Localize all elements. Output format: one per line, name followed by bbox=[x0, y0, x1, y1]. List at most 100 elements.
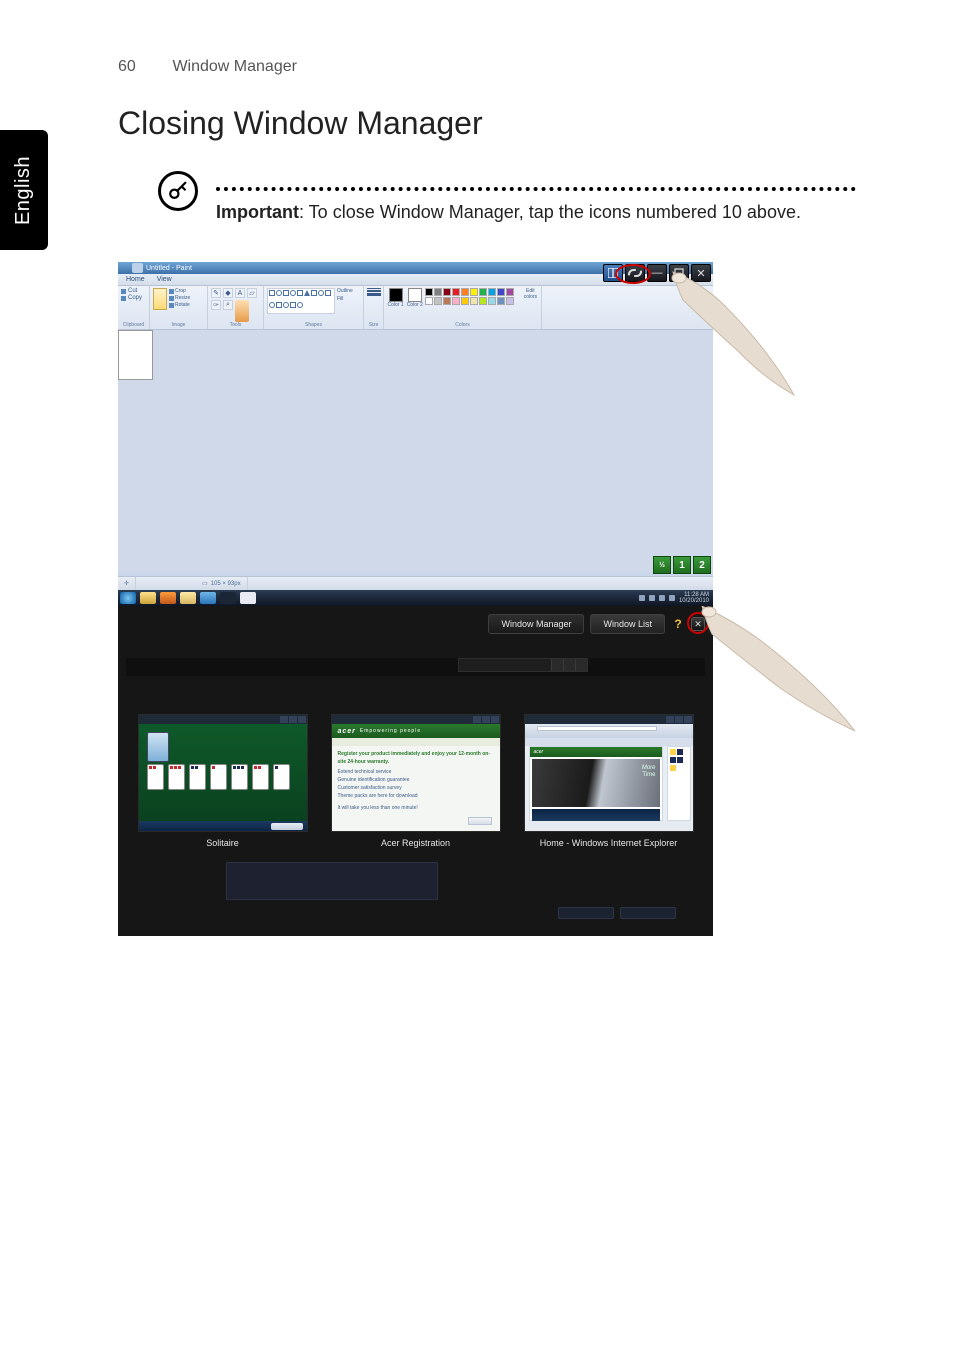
color-swatch[interactable] bbox=[479, 288, 487, 296]
color1-button[interactable]: Color 1 bbox=[387, 288, 404, 310]
ie-address-bar bbox=[537, 726, 657, 731]
color-swatch[interactable] bbox=[479, 297, 487, 305]
color-swatch[interactable] bbox=[452, 297, 460, 305]
taskbar-ie-icon[interactable] bbox=[120, 592, 136, 604]
thumb-min-icon bbox=[473, 716, 481, 723]
thumb-min-icon bbox=[280, 716, 288, 723]
link-icon[interactable] bbox=[625, 264, 645, 282]
copy-button[interactable]: Copy bbox=[121, 295, 146, 301]
color-swatch[interactable] bbox=[434, 297, 442, 305]
acer-reg-text: Register your product immediately and en… bbox=[332, 746, 500, 816]
taskbar-app3-icon[interactable] bbox=[240, 592, 256, 604]
color-swatch[interactable] bbox=[461, 288, 469, 296]
ie-hero: More Time bbox=[532, 759, 660, 807]
resize-icon bbox=[169, 296, 174, 301]
tab-view[interactable]: View bbox=[157, 276, 172, 283]
fill-button[interactable]: Fill bbox=[337, 296, 353, 302]
color-swatch[interactable] bbox=[425, 288, 433, 296]
minimize-icon[interactable]: — bbox=[647, 264, 667, 282]
canvas-area[interactable] bbox=[118, 330, 713, 572]
rotate-button[interactable]: Rotate bbox=[169, 302, 190, 308]
eraser-tool[interactable]: ▱ bbox=[247, 288, 257, 298]
thumb-max-icon bbox=[289, 716, 297, 723]
color-swatch[interactable] bbox=[497, 288, 505, 296]
thumb-titlebar bbox=[139, 715, 307, 724]
color-swatch[interactable] bbox=[443, 288, 451, 296]
taskbar-media-icon[interactable] bbox=[160, 592, 176, 604]
color-swatch[interactable] bbox=[461, 297, 469, 305]
ie-page: acer More Time bbox=[529, 746, 663, 821]
resize-button[interactable]: Resize bbox=[169, 295, 190, 301]
thumb-max-icon bbox=[675, 716, 683, 723]
outline-button[interactable]: Outline bbox=[337, 288, 353, 294]
important-note: Important: To close Window Manager, tap … bbox=[158, 165, 858, 226]
zoom-half-button[interactable]: ½ bbox=[653, 556, 671, 574]
thumb-internet-explorer[interactable]: acer More Time bbox=[524, 714, 694, 848]
dim-dialog bbox=[226, 862, 438, 900]
help-icon[interactable]: ? bbox=[671, 617, 685, 631]
thumb-acer-registration[interactable]: acer Empowering people Register your pro… bbox=[331, 714, 501, 848]
text-tool[interactable]: A bbox=[235, 288, 245, 298]
select-button[interactable] bbox=[153, 288, 167, 310]
copy-icon bbox=[121, 296, 126, 301]
wm-close-button[interactable]: ✕ bbox=[691, 617, 705, 631]
solitaire-table bbox=[139, 724, 307, 831]
page-number: 60 bbox=[118, 58, 168, 76]
tab-window-manager[interactable]: Window Manager bbox=[488, 614, 584, 634]
brushes-button[interactable] bbox=[235, 300, 249, 322]
cut-button[interactable]: Cut bbox=[121, 288, 146, 294]
color-swatch[interactable] bbox=[488, 288, 496, 296]
tray-sound-icon[interactable] bbox=[659, 595, 665, 601]
tray-clock[interactable]: 11:28 AM 10/20/2010 bbox=[679, 592, 709, 604]
color-swatch[interactable] bbox=[506, 288, 514, 296]
color-swatch[interactable] bbox=[470, 297, 478, 305]
taskbar-app2-icon[interactable] bbox=[220, 592, 236, 604]
tray-flag-icon[interactable] bbox=[639, 595, 645, 601]
color-swatch[interactable] bbox=[506, 297, 514, 305]
color-swatch[interactable] bbox=[470, 288, 478, 296]
color-swatch[interactable] bbox=[434, 288, 442, 296]
dim-dialog-body bbox=[227, 873, 437, 893]
zoom-1x-button[interactable]: 1 bbox=[673, 556, 691, 574]
language-tab: English bbox=[0, 130, 48, 250]
color-swatch[interactable] bbox=[497, 297, 505, 305]
pencil-tool[interactable]: ✎ bbox=[211, 288, 221, 298]
color-swatch[interactable] bbox=[425, 297, 433, 305]
ie-statusbar bbox=[525, 821, 693, 831]
thumb-close-icon bbox=[298, 716, 306, 723]
thumb-title-ie: Home - Windows Internet Explorer bbox=[524, 838, 694, 848]
tray-network-icon[interactable] bbox=[649, 595, 655, 601]
size-button[interactable] bbox=[367, 288, 380, 296]
zoom-tool[interactable]: ⌕ bbox=[223, 300, 233, 310]
edit-colors-button[interactable]: Edit colors bbox=[523, 288, 538, 300]
color2-button[interactable]: Color 2 bbox=[406, 288, 423, 310]
color-swatch[interactable] bbox=[452, 288, 460, 296]
dim-dialog-title bbox=[227, 863, 437, 873]
shape-gallery[interactable] bbox=[267, 288, 335, 314]
fill-tool[interactable]: ◆ bbox=[223, 288, 233, 298]
tab-home[interactable]: Home bbox=[126, 276, 145, 283]
tab-window-list[interactable]: Window List bbox=[590, 614, 665, 634]
color-swatch[interactable] bbox=[488, 297, 496, 305]
thumb-solitaire[interactable]: Solitaire bbox=[138, 714, 308, 848]
canvas[interactable] bbox=[118, 330, 153, 380]
acer-banner: acer Empowering people bbox=[332, 724, 500, 738]
picker-tool[interactable]: ✑ bbox=[211, 300, 221, 310]
crop-button[interactable]: Crop bbox=[169, 288, 190, 294]
color-swatch[interactable] bbox=[443, 297, 451, 305]
layout-icon[interactable] bbox=[603, 264, 623, 282]
acer-subbar bbox=[332, 738, 500, 746]
zoom-2x-button[interactable]: 2 bbox=[693, 556, 711, 574]
taskbar-explorer-icon[interactable] bbox=[140, 592, 156, 604]
qat-dropdown[interactable] bbox=[132, 263, 143, 273]
color-palette[interactable] bbox=[425, 288, 520, 305]
crop-icon bbox=[169, 289, 174, 294]
taskbar-paint-icon[interactable] bbox=[180, 592, 196, 604]
thumb-close-icon bbox=[684, 716, 692, 723]
colors-label: Colors bbox=[387, 322, 538, 329]
taskbar: 11:28 AM 10/20/2010 bbox=[118, 590, 713, 606]
status-dims: ▭ 105 × 93px bbox=[196, 577, 248, 590]
taskbar-app-icon[interactable] bbox=[200, 592, 216, 604]
tray-power-icon[interactable] bbox=[669, 595, 675, 601]
app-title: Untitled - Paint bbox=[146, 265, 192, 272]
